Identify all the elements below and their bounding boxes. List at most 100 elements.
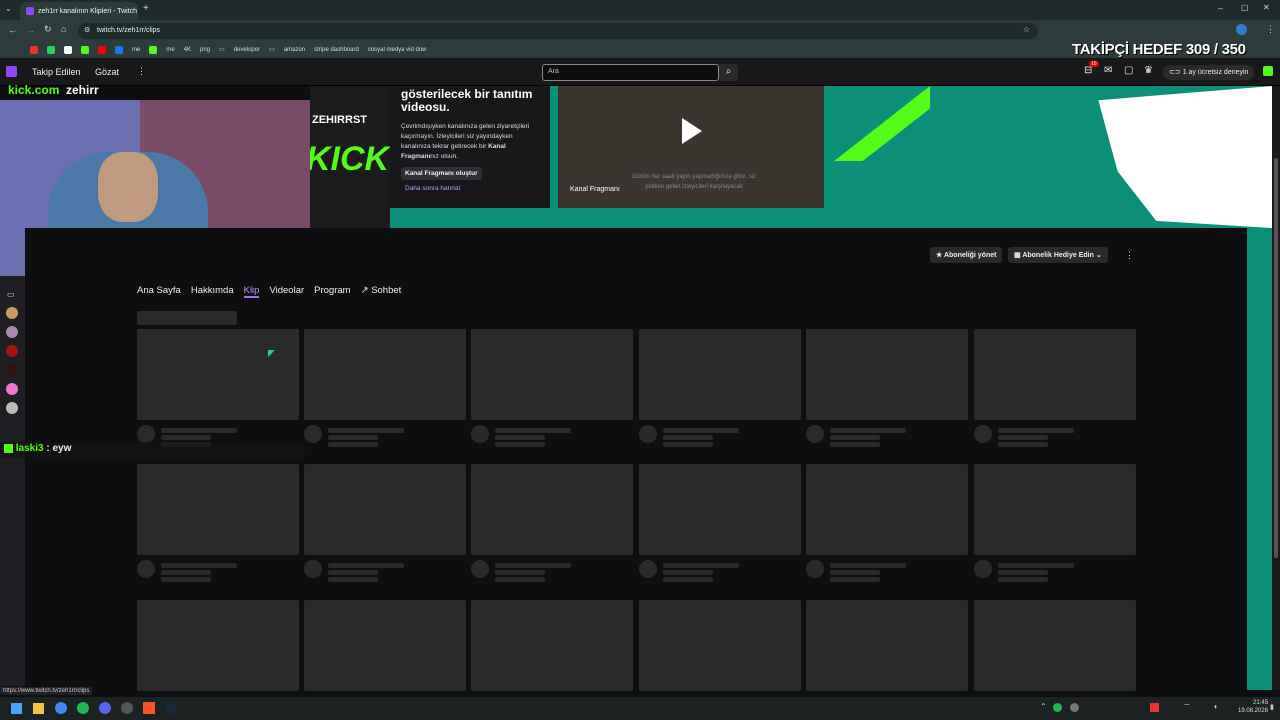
- channel-avatar[interactable]: [6, 326, 18, 338]
- maximize-icon[interactable]: ▢: [1241, 3, 1249, 12]
- profile-avatar[interactable]: [1236, 24, 1247, 35]
- browser-menu-icon[interactable]: ⋮: [1266, 24, 1275, 35]
- tab-home[interactable]: Ana Sayfa: [137, 285, 181, 298]
- forward-icon[interactable]: →: [26, 25, 35, 35]
- clip-card-skeleton[interactable]: [639, 464, 801, 555]
- trailer-preview-video[interactable]: Kanal Fragmanı Günün her saati yayın yap…: [558, 86, 824, 208]
- manage-subscription-button[interactable]: ★ Aboneliği yönet: [930, 247, 1003, 263]
- bookmark-stripe[interactable]: stripe dashboard: [314, 47, 359, 53]
- clip-card-skeleton[interactable]: [974, 600, 1136, 691]
- clip-card-skeleton[interactable]: [806, 329, 968, 420]
- bookmark-icon[interactable]: [30, 45, 38, 54]
- clip-card-skeleton[interactable]: [304, 464, 466, 555]
- window-close-icon[interactable]: ✕: [1263, 3, 1270, 12]
- channel-avatar[interactable]: [6, 402, 18, 414]
- url-text: twitch.tv/zeh1rr/clips: [97, 27, 161, 34]
- bookmark-developer[interactable]: developer: [234, 47, 260, 53]
- gift-subscription-button[interactable]: ▦ Abonelik Hediye Edin ⌄: [1008, 247, 1108, 263]
- clip-card-skeleton[interactable]: [304, 329, 466, 420]
- clip-card-skeleton[interactable]: [471, 600, 633, 691]
- user-avatar[interactable]: [1263, 66, 1273, 76]
- tab-about[interactable]: Hakkımda: [191, 285, 234, 298]
- more-menu-icon[interactable]: ⋮: [137, 66, 146, 77]
- tray-spotify-icon[interactable]: [1053, 703, 1062, 712]
- chat-text: eyw: [52, 443, 72, 454]
- tray-chevron-icon[interactable]: ⌃: [1040, 702, 1047, 711]
- clip-card-skeleton[interactable]: [639, 600, 801, 691]
- clip-card-skeleton[interactable]: [471, 464, 633, 555]
- minimize-icon[interactable]: –: [1218, 3, 1223, 13]
- bookmark-icon[interactable]: [47, 45, 55, 54]
- bookmark-me-1[interactable]: me: [132, 47, 140, 53]
- clip-card-skeleton[interactable]: [974, 464, 1136, 555]
- chrome-icon[interactable]: [55, 702, 67, 714]
- clip-card-skeleton[interactable]: [304, 600, 466, 691]
- youtube-bookmark-icon[interactable]: [98, 45, 106, 54]
- camera-icon[interactable]: ▭: [7, 290, 15, 299]
- bookmark-sosyal[interactable]: sosyal medya vid dow: [368, 47, 427, 53]
- discord-icon[interactable]: [99, 702, 111, 714]
- whispers-icon[interactable]: ▢: [1124, 65, 1133, 76]
- folder-icon: ▭: [219, 47, 225, 53]
- facebook-bookmark-icon[interactable]: [115, 45, 123, 54]
- site-info-icon[interactable]: ⚙: [84, 26, 90, 34]
- clip-card-skeleton[interactable]: [137, 600, 299, 691]
- wifi-icon[interactable]: ⌔: [1183, 702, 1191, 712]
- crown-icon[interactable]: ♛: [1144, 65, 1153, 76]
- volume-icon[interactable]: ◖: [1213, 702, 1218, 711]
- tab-schedule[interactable]: Program: [314, 285, 350, 298]
- tray-icon[interactable]: [1070, 703, 1079, 712]
- clock[interactable]: 21:45 19.08.2026: [1238, 699, 1268, 715]
- nav-browse[interactable]: Gözat: [95, 67, 119, 77]
- windows-start-icon[interactable]: [11, 703, 22, 714]
- nav-following[interactable]: Takip Edilen: [32, 67, 81, 77]
- bookmark-star-icon[interactable]: ☆: [1023, 25, 1030, 34]
- bookmark-me-2[interactable]: me: [166, 47, 174, 53]
- clip-card-skeleton[interactable]: [639, 329, 801, 420]
- obs-icon[interactable]: [121, 702, 133, 714]
- scrollbar-thumb[interactable]: [1274, 158, 1278, 558]
- channel-avatar[interactable]: [6, 383, 18, 395]
- search-input[interactable]: Ara: [542, 64, 719, 81]
- twitch-logo-icon[interactable]: [6, 66, 17, 77]
- channel-avatar[interactable]: [6, 364, 18, 376]
- bookmark-icon[interactable]: [64, 45, 72, 54]
- url-input[interactable]: ⚙ twitch.tv/zeh1rr/clips ☆: [78, 23, 1038, 39]
- inbox-icon[interactable]: ✉: [1104, 65, 1112, 76]
- tab-list-icon[interactable]: ⌄: [5, 4, 12, 13]
- clip-card-skeleton[interactable]: [974, 329, 1136, 420]
- channel-avatar[interactable]: [6, 345, 18, 357]
- clip-card-skeleton[interactable]: [471, 329, 633, 420]
- channel-avatar[interactable]: [6, 307, 18, 319]
- back-icon[interactable]: ←: [8, 25, 17, 35]
- clip-card-skeleton[interactable]: [137, 464, 299, 555]
- channel-more-icon[interactable]: ⋮: [1125, 250, 1134, 261]
- browser-tab-active[interactable]: zeh1rr kanalının Klipleri - Twitch ✕: [20, 2, 138, 20]
- clip-card-skeleton[interactable]: [137, 329, 299, 420]
- create-trailer-button[interactable]: Kanal Fragmanı oluştur: [401, 167, 482, 180]
- kick-bookmark-icon[interactable]: [149, 45, 158, 54]
- reload-icon[interactable]: ↻: [44, 24, 52, 35]
- notification-center-icon[interactable]: ▮: [1270, 703, 1274, 711]
- tray-icon[interactable]: [1150, 703, 1159, 712]
- scrollbar[interactable]: [1272, 86, 1280, 690]
- file-explorer-icon[interactable]: [33, 703, 44, 714]
- bookmark-png[interactable]: png: [200, 47, 210, 53]
- clip-card-skeleton[interactable]: [806, 600, 968, 691]
- tab-chat[interactable]: ↗ Sohbet: [361, 285, 402, 298]
- search-icon[interactable]: ⌕: [719, 64, 738, 81]
- prime-trial-button[interactable]: ⊂⊃ 1 ay ücretsiz deneyin: [1163, 65, 1255, 80]
- remind-later-link[interactable]: Daha sonra hatırlat: [401, 185, 539, 192]
- spotify-icon[interactable]: [77, 702, 89, 714]
- new-tab-icon[interactable]: +: [143, 3, 149, 14]
- brave-icon[interactable]: [143, 702, 155, 714]
- steam-icon[interactable]: [165, 702, 177, 714]
- bookmark-icon[interactable]: [81, 45, 89, 54]
- clip-card-skeleton[interactable]: [806, 464, 968, 555]
- bookmark-amazon[interactable]: amazon: [284, 47, 305, 53]
- play-icon[interactable]: [682, 118, 702, 144]
- tab-clips[interactable]: Klip: [243, 285, 260, 298]
- bookmark-4k[interactable]: 4K: [184, 47, 191, 53]
- tab-videos[interactable]: Videolar: [269, 285, 304, 298]
- home-icon[interactable]: ⌂: [61, 24, 66, 34]
